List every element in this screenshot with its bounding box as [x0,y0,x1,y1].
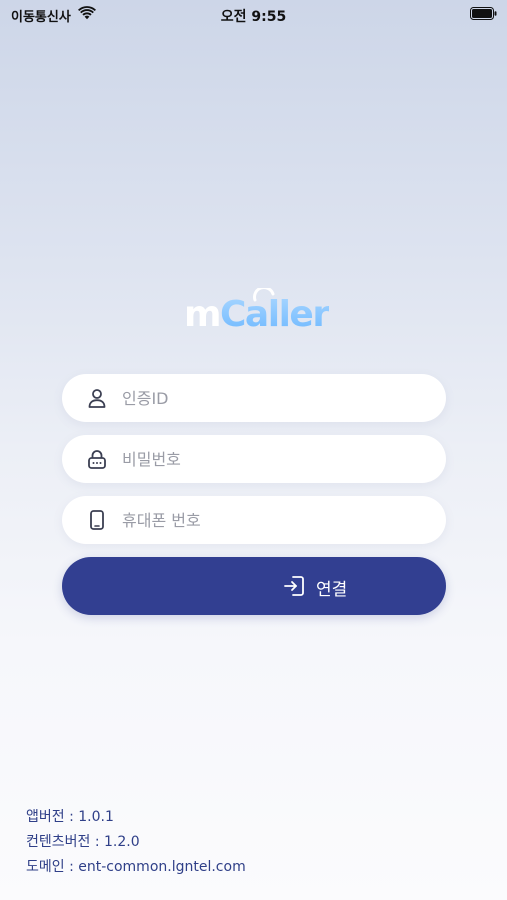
logo-text-plain: m [184,294,222,335]
domain-text: 도메인 : ent-common.lgntel.com [26,859,246,875]
phone-field[interactable] [62,496,446,544]
phone-icon [90,510,104,530]
clock: 오전 9:55 [220,9,287,25]
app-version-text: 앱버전 : 1.0.1 [26,809,114,825]
password-field[interactable] [62,435,446,483]
login-icon [284,576,304,596]
password-input[interactable] [122,435,422,483]
connect-button-label: 연결 [316,580,348,600]
logo-text: mCaller [184,294,330,335]
app-logo: mCaller [180,288,330,338]
lock-icon [88,450,106,469]
connect-button[interactable]: 연결 [62,557,446,615]
battery-icon [470,7,497,20]
phone-input[interactable] [122,496,422,544]
auth-id-input[interactable] [122,374,422,422]
logo-text-accent: Caller [220,294,330,335]
auth-id-field[interactable] [62,374,446,422]
user-icon [88,389,106,408]
status-bar: 이동통신사 오전 9:55 [0,0,507,28]
contents-version-text: 컨텐츠버전 : 1.2.0 [26,834,140,850]
